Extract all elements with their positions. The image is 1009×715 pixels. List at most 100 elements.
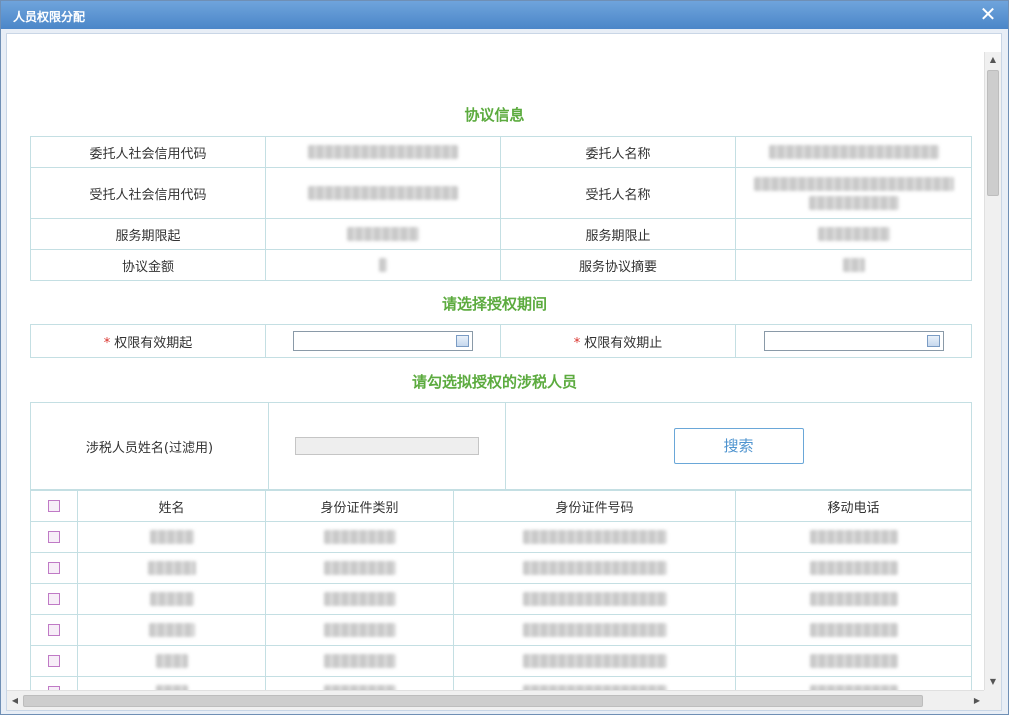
redacted-cell <box>77 676 266 690</box>
redacted-cell <box>77 614 266 646</box>
filter-label: 涉税人员姓名(过滤用) <box>30 402 269 490</box>
select-all-cell <box>30 490 78 522</box>
search-cell: 搜索 <box>505 402 972 490</box>
column-header: 姓名 <box>77 490 266 522</box>
redacted-cell <box>265 614 454 646</box>
scroll-corner <box>984 690 1001 710</box>
redacted-cell <box>453 552 736 584</box>
close-icon[interactable]: ✕ <box>978 4 998 24</box>
agreement-row: 服务期限起 服务期限止 <box>30 218 972 250</box>
table-row <box>30 614 972 646</box>
redacted-value <box>735 136 972 168</box>
redacted-cell <box>77 583 266 615</box>
agreement-row: 委托人社会信用代码 委托人名称 <box>30 136 972 168</box>
table-row <box>30 521 972 553</box>
dialog-body: 协议信息 委托人社会信用代码 委托人名称 受托人社会信用代码 受托人名称 服务期… <box>6 33 1002 711</box>
redacted-cell <box>735 676 972 690</box>
redacted-value <box>265 136 501 168</box>
filter-input-cell <box>268 402 506 490</box>
staff-table: 姓名 身份证件类别 身份证件号码 移动电话 <box>30 490 972 690</box>
scroll-right-icon[interactable]: ▶ <box>969 693 985 709</box>
redacted-value <box>265 249 501 281</box>
row-checkbox[interactable] <box>48 655 60 667</box>
agreement-label: 服务协议摘要 <box>500 249 736 281</box>
staff-heading: 请勾选拟授权的涉税人员 <box>411 373 577 391</box>
redacted-value <box>735 218 972 250</box>
redacted-value <box>735 167 972 219</box>
start-date-input[interactable] <box>293 331 473 351</box>
agreement-table: 委托人社会信用代码 委托人名称 受托人社会信用代码 受托人名称 服务期限起 服务… <box>30 136 972 281</box>
filter-input[interactable] <box>295 437 479 455</box>
filter-table: 涉税人员姓名(过滤用) 搜索 <box>30 402 972 490</box>
horizontal-scroll-thumb[interactable] <box>23 695 923 707</box>
agreement-label: 协议金额 <box>30 249 266 281</box>
redacted-value <box>265 218 501 250</box>
agreement-row: 受托人社会信用代码 受托人名称 <box>30 167 972 219</box>
table-row <box>30 676 972 690</box>
horizontal-scrollbar[interactable]: ◀ ▶ <box>7 690 985 710</box>
column-header: 移动电话 <box>735 490 972 522</box>
end-input-cell <box>735 324 972 358</box>
vertical-scroll-thumb[interactable] <box>987 70 999 196</box>
end-label-cell: * 权限有效期止 <box>500 324 736 358</box>
agreement-label: 委托人社会信用代码 <box>30 136 266 168</box>
dialog-title: 人员权限分配 <box>13 10 86 24</box>
agreement-heading: 协议信息 <box>464 106 525 124</box>
redacted-cell <box>265 583 454 615</box>
redacted-cell <box>453 676 736 690</box>
staff-header-row: 姓名 身份证件类别 身份证件号码 移动电话 <box>30 490 972 522</box>
redacted-cell <box>265 645 454 677</box>
redacted-cell <box>735 521 972 553</box>
scroll-down-icon[interactable]: ▼ <box>985 674 1001 690</box>
redacted-cell <box>265 552 454 584</box>
redacted-cell <box>77 521 266 553</box>
table-row <box>30 583 972 615</box>
start-label-cell: * 权限有效期起 <box>30 324 266 358</box>
calendar-icon[interactable] <box>456 335 469 347</box>
redacted-value <box>265 167 501 219</box>
scroll-content: 协议信息 委托人社会信用代码 委托人名称 受托人社会信用代码 受托人名称 服务期… <box>7 34 982 690</box>
scroll-left-icon[interactable]: ◀ <box>7 693 23 709</box>
row-checkbox[interactable] <box>48 562 60 574</box>
end-date-input[interactable] <box>763 331 944 351</box>
redacted-cell <box>77 645 266 677</box>
row-checkbox[interactable] <box>48 593 60 605</box>
period-heading: 请选择授权期间 <box>441 295 547 313</box>
filter-row: 涉税人员姓名(过滤用) 搜索 <box>30 402 972 490</box>
start-label: 权限有效期起 <box>114 335 193 351</box>
redacted-cell <box>735 614 972 646</box>
title-bar: 人员权限分配 ✕ <box>1 1 1008 29</box>
redacted-cell <box>735 552 972 584</box>
redacted-cell <box>735 583 972 615</box>
agreement-label: 服务期限起 <box>30 218 266 250</box>
calendar-icon[interactable] <box>926 335 940 347</box>
search-button[interactable]: 搜索 <box>673 428 804 464</box>
row-checkbox[interactable] <box>48 624 60 636</box>
permission-dialog: 人员权限分配 ✕ 协议信息 委托人社会信用代码 委托人名称 受托人社会信用代码 … <box>0 0 1009 715</box>
redacted-cell <box>735 645 972 677</box>
redacted-cell <box>453 645 736 677</box>
agreement-label: 服务期限止 <box>500 218 736 250</box>
select-all-checkbox[interactable] <box>48 500 60 512</box>
agreement-row: 协议金额 服务协议摘要 <box>30 249 972 281</box>
table-row <box>30 552 972 584</box>
period-row: * 权限有效期起 * 权限有效期止 <box>30 324 972 358</box>
start-input-cell <box>265 324 501 358</box>
required-mark: * <box>103 335 111 351</box>
redacted-cell <box>453 583 736 615</box>
redacted-cell <box>453 521 736 553</box>
row-checkbox[interactable] <box>48 531 60 543</box>
redacted-cell <box>453 614 736 646</box>
redacted-cell <box>265 676 454 690</box>
column-header: 身份证件类别 <box>265 490 454 522</box>
table-row <box>30 645 972 677</box>
period-table: * 权限有效期起 * 权限有效期止 <box>30 324 972 358</box>
column-header: 身份证件号码 <box>453 490 736 522</box>
scroll-up-icon[interactable]: ▲ <box>985 52 1001 68</box>
agreement-label: 受托人社会信用代码 <box>30 167 266 219</box>
redacted-cell <box>77 552 266 584</box>
vertical-scrollbar[interactable]: ▲ ▼ <box>984 52 1001 690</box>
redacted-cell <box>265 521 454 553</box>
end-label: 权限有效期止 <box>584 335 663 351</box>
agreement-label: 受托人名称 <box>500 167 736 219</box>
